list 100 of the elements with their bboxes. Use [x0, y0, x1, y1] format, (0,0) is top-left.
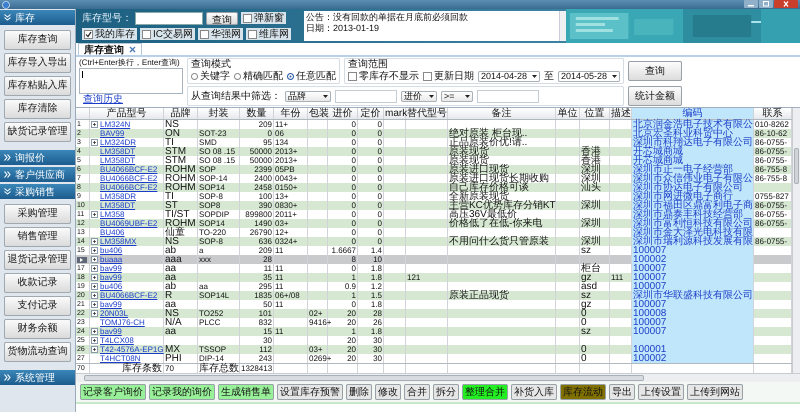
column-header[interactable]: 位置: [580, 108, 610, 119]
history-link[interactable]: 查询历史: [83, 94, 183, 105]
model-link[interactable]: LM324N: [100, 120, 130, 129]
checkbox[interactable]: 更新日期: [423, 69, 474, 83]
expand-icon[interactable]: [91, 211, 98, 218]
model-link[interactable]: bav99: [100, 273, 122, 282]
action-button[interactable]: 记录客户询价: [80, 384, 146, 400]
model-link[interactable]: buaaa: [100, 255, 122, 264]
action-button[interactable]: 上传到网站: [687, 384, 743, 400]
radio-button[interactable]: 关键字: [191, 69, 230, 83]
column-header[interactable]: mark: [384, 108, 406, 119]
sidebar-item[interactable]: 库存查询: [4, 30, 71, 50]
model-link[interactable]: LM358DT: [100, 147, 136, 156]
model-link[interactable]: BU4066BCF-E2: [100, 174, 158, 183]
model-link[interactable]: bu406: [100, 246, 122, 255]
close-icon[interactable]: [774, 0, 798, 8]
sum-button[interactable]: 统计金额: [628, 86, 682, 106]
expand-icon[interactable]: [91, 238, 98, 245]
model-link[interactable]: LM358MX: [100, 237, 136, 246]
close-icon[interactable]: [129, 46, 136, 53]
column-header[interactable]: 替代型号: [406, 108, 448, 119]
expand-icon[interactable]: [91, 139, 98, 146]
column-header[interactable]: 单位: [556, 108, 580, 119]
search-button[interactable]: 查询: [628, 61, 682, 81]
date-picker[interactable]: 2014-05-28: [558, 70, 620, 82]
input-field[interactable]: [335, 90, 397, 102]
sidebar-section-header[interactable]: 客户供应商: [0, 167, 75, 182]
table-row[interactable]: buaaa aaa xxx 28 8 10 100002: [76, 255, 792, 264]
checkbox[interactable]: 维库网: [246, 28, 291, 40]
expand-icon[interactable]: [91, 121, 98, 128]
model-link[interactable]: BU4066BCF-E2: [100, 291, 158, 300]
checkbox[interactable]: 我的库存: [82, 28, 137, 40]
checkbox[interactable]: 零库存不显示: [348, 69, 419, 83]
checkbox[interactable]: 弹新窗: [241, 12, 286, 24]
action-button[interactable]: 导出: [609, 384, 635, 400]
model-link[interactable]: 20N03L: [100, 309, 128, 318]
sidebar-item[interactable]: 支付记录: [4, 296, 71, 316]
expand-icon[interactable]: [91, 346, 98, 353]
model-link[interactable]: bav99: [100, 300, 122, 309]
sidebar-item[interactable]: 库存导入导出: [4, 53, 71, 73]
sidebar-item[interactable]: 财务余额: [4, 319, 71, 339]
search-button[interactable]: 查询: [206, 12, 238, 24]
column-header[interactable]: 产品型号: [90, 108, 164, 119]
expand-icon[interactable]: [91, 274, 98, 281]
expand-icon[interactable]: [91, 310, 98, 317]
action-button[interactable]: 生成销售单: [218, 384, 274, 400]
scrollbar-thumb[interactable]: [84, 375, 644, 381]
model-link[interactable]: BU406: [100, 228, 124, 237]
column-header[interactable]: 包装: [308, 108, 328, 119]
column-header[interactable]: 编码: [632, 108, 754, 119]
checkbox[interactable]: 华强网: [198, 28, 243, 40]
model-link[interactable]: T4LCX08: [100, 336, 134, 345]
dropdown[interactable]: >=: [441, 90, 473, 102]
model-link[interactable]: TOMJ76-CH: [100, 318, 145, 327]
horizontal-scrollbar[interactable]: [76, 373, 800, 382]
model-link[interactable]: BU4069UBF-E2: [100, 219, 158, 228]
action-button[interactable]: 整理合并: [462, 384, 508, 400]
action-button[interactable]: 删除: [346, 384, 372, 400]
column-header[interactable]: 定价: [358, 108, 384, 119]
expand-icon[interactable]: [91, 247, 98, 254]
model-link[interactable]: LM358DR: [100, 192, 136, 201]
model-link[interactable]: T4HCT08N: [100, 354, 140, 363]
vertical-scrollbar[interactable]: [559, 11, 566, 41]
expand-icon[interactable]: [91, 301, 98, 308]
action-button[interactable]: 设置库存预警: [277, 384, 343, 400]
column-header[interactable]: 封装: [198, 108, 240, 119]
model-link[interactable]: bu406: [100, 282, 122, 291]
model-link[interactable]: LM358: [100, 210, 124, 219]
dropdown[interactable]: 品牌: [285, 90, 331, 102]
sidebar-item[interactable]: 销售管理: [4, 227, 71, 247]
action-button[interactable]: 拆分: [433, 384, 459, 400]
action-button[interactable]: 库存流动: [560, 384, 606, 400]
radio-button[interactable]: 精确匹配: [234, 69, 283, 83]
expand-icon[interactable]: [91, 256, 98, 263]
sidebar-item[interactable]: 库存粘贴入库: [4, 76, 71, 96]
sidebar-item[interactable]: 缺货记录管理: [4, 122, 71, 142]
model-link[interactable]: T42-4576A-EP1G: [100, 345, 164, 354]
expand-icon[interactable]: [91, 265, 98, 272]
action-button[interactable]: 上传设置: [638, 384, 684, 400]
checkbox[interactable]: IC交易网: [140, 28, 195, 40]
sidebar-section-header[interactable]: 系统管理: [0, 370, 75, 385]
radio-button[interactable]: 任意匹配: [287, 69, 336, 83]
model-link[interactable]: LM358DT: [100, 156, 136, 165]
column-header[interactable]: 进价: [328, 108, 358, 119]
model-link[interactable]: BAV99: [100, 129, 124, 138]
model-link[interactable]: BU4066BCF-E2: [100, 165, 158, 174]
sidebar-item[interactable]: 货物流动查询: [4, 342, 71, 362]
sidebar-item[interactable]: 收款记录: [4, 273, 71, 293]
column-header[interactable]: 备注: [448, 108, 556, 119]
sidebar-item[interactable]: 退货记录管理: [4, 250, 71, 270]
model-link[interactable]: LM324DR: [100, 138, 136, 147]
action-button[interactable]: 记录我的询价: [149, 384, 215, 400]
model-link[interactable]: BU4066BCF-E2: [100, 183, 158, 192]
sidebar-section-header[interactable]: 询报价: [0, 150, 75, 165]
model-link[interactable]: LM358DT: [100, 201, 136, 210]
column-header[interactable]: 品牌: [164, 108, 198, 119]
input-field[interactable]: [477, 90, 539, 102]
action-button[interactable]: 合并: [404, 384, 430, 400]
expand-icon[interactable]: [91, 283, 98, 290]
expand-icon[interactable]: [91, 328, 98, 335]
